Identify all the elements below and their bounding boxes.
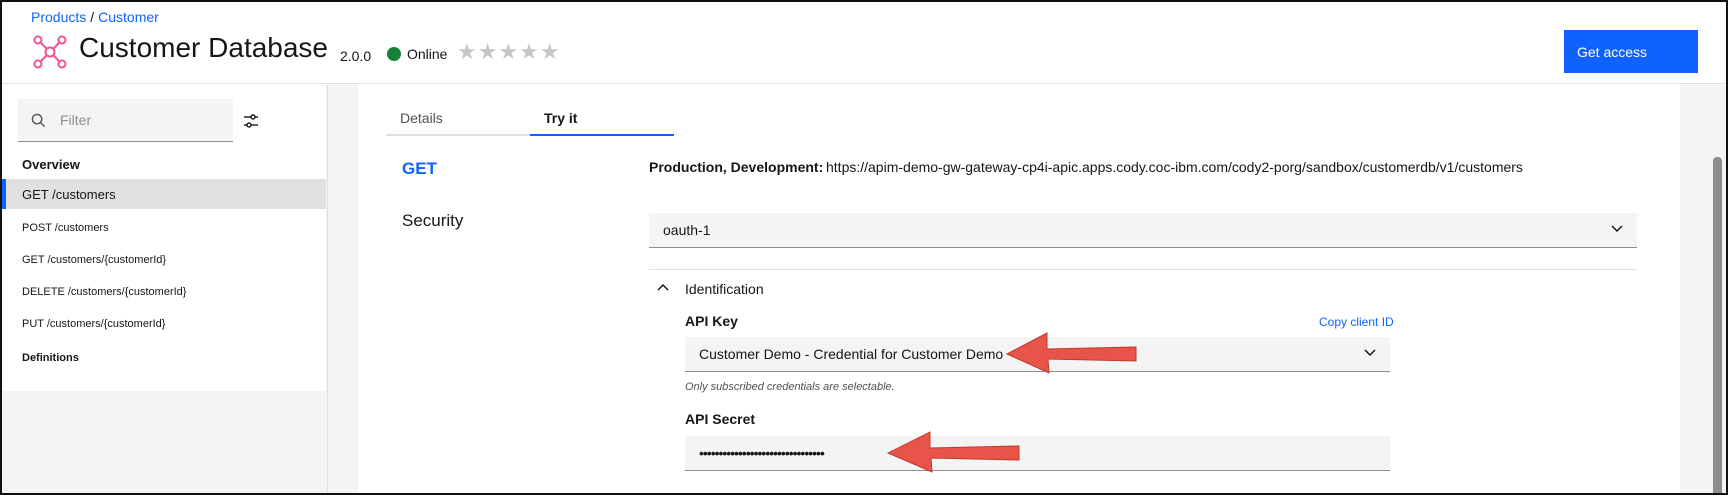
status-badge: Online xyxy=(387,46,447,62)
http-method: GET xyxy=(402,159,437,178)
tab-try-it[interactable]: Try it xyxy=(530,106,674,136)
api-key-label: API Key xyxy=(685,313,738,329)
page-header: Products / Customer Customer Database 2.0.… xyxy=(2,2,1726,84)
breadcrumb-separator: / xyxy=(90,9,95,25)
nav-definitions[interactable]: Definitions xyxy=(22,352,79,364)
api-secret-label: API Secret xyxy=(685,411,756,427)
status-text: Online xyxy=(407,46,448,62)
annotation-arrow-icon xyxy=(1005,332,1137,374)
section-divider xyxy=(649,269,1637,270)
security-scheme-select[interactable]: oauth-1 xyxy=(649,213,1637,248)
api-key-helper-text: Only subscribed credentials are selectab… xyxy=(685,381,895,393)
status-dot-icon xyxy=(387,47,401,61)
nav-item-get-customers[interactable]: GET /customers xyxy=(2,179,326,209)
copy-client-id-link[interactable]: Copy client ID xyxy=(1319,315,1394,329)
page-title: Customer Database xyxy=(79,32,329,63)
chevron-down-icon xyxy=(1611,225,1623,233)
tab-details[interactable]: Details xyxy=(386,106,530,136)
api-network-icon xyxy=(33,35,67,69)
breadcrumb-customer-link[interactable]: Customer xyxy=(98,9,159,25)
search-icon xyxy=(31,113,46,127)
chevron-up-icon[interactable] xyxy=(657,283,669,291)
api-key-value: Customer Demo - Credential for Customer … xyxy=(699,346,1004,362)
app-window: Products / Customer Customer Database 2.0.… xyxy=(0,0,1728,495)
version-label: 2.0.0 xyxy=(340,48,372,64)
nav-item-put-customer[interactable]: PUT /customers/{customerId} xyxy=(2,309,326,339)
breadcrumb: Products / Customer xyxy=(31,9,159,25)
endpoint-url: https://apim-demo-gw-gateway-cp4i-apic.a… xyxy=(826,159,1523,175)
nav-item-post-customers[interactable]: POST /customers xyxy=(2,213,326,243)
filter-settings-icon[interactable] xyxy=(242,112,260,130)
nav-item-get-customer-by-id[interactable]: GET /customers/{customerId} xyxy=(2,245,326,275)
sidebar: Filter Overview GET /customers POST /cus… xyxy=(2,85,328,493)
breadcrumb-products-link[interactable]: Products xyxy=(31,9,86,25)
chevron-down-icon xyxy=(1364,349,1376,357)
security-heading: Security xyxy=(402,211,464,230)
get-access-button[interactable]: Get access xyxy=(1564,30,1698,73)
scrollbar-thumb[interactable] xyxy=(1713,157,1722,493)
nav-overview[interactable]: Overview xyxy=(22,157,80,172)
api-secret-input[interactable]: •••••••••••••••••••••••••••••••• xyxy=(685,436,1390,471)
identification-accordion-title[interactable]: Identification xyxy=(685,281,764,297)
filter-placeholder: Filter xyxy=(60,112,92,128)
annotation-arrow-icon xyxy=(886,431,1020,473)
nav-item-delete-customer[interactable]: DELETE /customers/{customerId} xyxy=(2,277,326,307)
filter-input[interactable]: Filter xyxy=(18,99,233,142)
rating-stars[interactable]: ★★★★★ xyxy=(457,39,561,65)
security-scheme-value: oauth-1 xyxy=(663,222,711,238)
environments-label: Production, Development: xyxy=(649,159,824,175)
tabs: Details Try it xyxy=(386,106,674,136)
